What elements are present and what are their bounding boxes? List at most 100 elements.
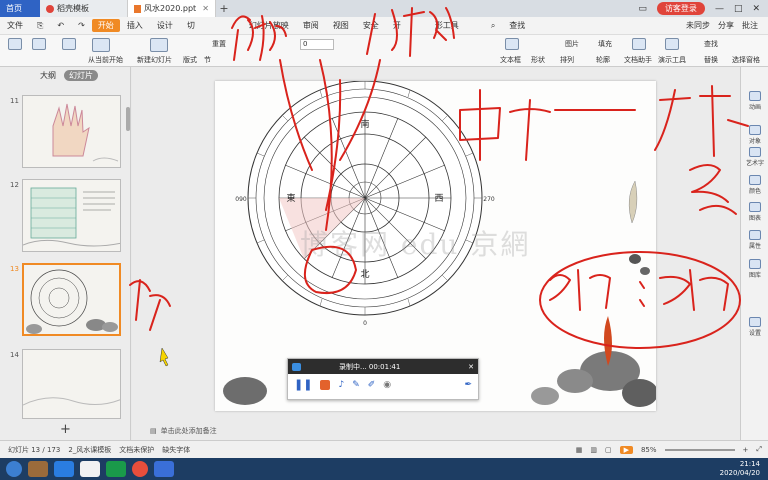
explorer-app-icon[interactable] — [28, 461, 48, 477]
doc-assistant-icon[interactable] — [632, 38, 646, 50]
play-slideshow-icon[interactable]: ▶ — [619, 445, 633, 454]
menu-switch[interactable]: 切 — [180, 20, 202, 31]
missing-font-status[interactable]: 缺失字体 — [162, 445, 190, 455]
mic-icon[interactable]: ♪ — [338, 380, 344, 390]
zoom-in-icon[interactable]: + — [743, 446, 749, 454]
minimize-icon[interactable]: — — [715, 4, 724, 14]
annotate-icon[interactable]: ✒ — [464, 380, 472, 390]
menu-security[interactable]: 安全 — [356, 20, 386, 31]
tab-template[interactable]: 稻壳模板 — [40, 0, 128, 17]
replace-button[interactable]: 替换 — [704, 55, 718, 65]
zoom-level[interactable]: 85% — [641, 446, 657, 454]
recorder-close-icon[interactable]: ✕ — [468, 363, 474, 371]
reading-view-icon[interactable]: ▢ — [605, 446, 612, 454]
reset-button[interactable]: 重置 — [212, 39, 226, 49]
animation-tool[interactable]: 动画 — [741, 91, 768, 111]
presentation-tools-button[interactable]: 演示工具 — [658, 55, 686, 65]
ie-app-icon[interactable] — [54, 461, 74, 477]
unsynced-button[interactable]: 未同步 — [686, 20, 710, 31]
new-slide-icon[interactable] — [150, 38, 168, 52]
font-size-field[interactable]: 0 — [300, 39, 334, 50]
slides-tab[interactable]: 幻灯片 — [64, 69, 98, 81]
property-tool[interactable]: 属性 — [741, 230, 768, 250]
add-slide-button[interactable]: + — [60, 422, 71, 437]
chart-tool[interactable]: 图表 — [741, 202, 768, 222]
mouse-icon[interactable]: ◉ — [383, 380, 391, 390]
menu-format-tools[interactable]: 形工具 — [428, 20, 466, 31]
gallery-tool[interactable]: 图库 — [741, 259, 768, 279]
menu-design[interactable]: 设计 — [150, 20, 180, 31]
qq-app-icon[interactable] — [106, 461, 126, 477]
sorter-view-icon[interactable]: ▥ — [590, 446, 597, 454]
system-clock[interactable]: 21:14 2020/04/20 — [720, 460, 768, 478]
maximize-icon[interactable]: □ — [734, 4, 743, 14]
arrange-button[interactable]: 排列 — [560, 55, 574, 65]
presentation-tools-icon[interactable] — [665, 38, 679, 50]
comment-button[interactable]: 批注 — [742, 20, 758, 31]
art-text-tool[interactable]: 艺术字 — [741, 147, 768, 167]
settings-tool[interactable]: 设置 — [741, 317, 768, 337]
slide-thumbnail-12[interactable] — [22, 179, 121, 252]
new-slide-button[interactable]: 新建幻灯片 — [137, 55, 172, 65]
pause-icon[interactable]: ❚❚ — [294, 378, 312, 391]
tab-close-icon[interactable]: ✕ — [202, 4, 209, 13]
normal-view-icon[interactable]: ▦ — [576, 446, 583, 454]
undo-icon[interactable]: ↶ — [50, 21, 71, 30]
menu-developer[interactable]: 开 — [386, 20, 408, 31]
slide-thumbnail-14[interactable] — [22, 349, 121, 419]
fill-button[interactable]: 填充 — [598, 39, 612, 49]
media-app-icon[interactable] — [80, 461, 100, 477]
gallery-label: 图库 — [748, 272, 761, 279]
search-icon[interactable]: ⌕ — [484, 21, 502, 31]
highlighter-icon[interactable]: ✐ — [368, 380, 376, 390]
play-from-current-icon[interactable] — [92, 38, 110, 52]
object-tool[interactable]: 对象 — [741, 125, 768, 145]
close-window-icon[interactable]: ✕ — [752, 4, 760, 14]
layout-button[interactable]: 版式 — [183, 55, 197, 65]
tab-document[interactable]: 风水2020.ppt ✕ — [128, 0, 216, 17]
screen-recorder-widget[interactable]: 录制中... 00:01:41 ✕ ❚❚ ♪ ✎ ✐ ◉ ✒ — [287, 358, 479, 400]
outline-button[interactable]: 轮廓 — [596, 55, 610, 65]
pen-icon[interactable]: ✎ — [352, 380, 360, 390]
window-list-icon[interactable]: ▭ — [638, 4, 647, 14]
start-menu-icon[interactable] — [6, 461, 22, 477]
textbox-icon[interactable] — [505, 38, 519, 50]
select-pane-button[interactable]: 选择窗格 — [732, 55, 760, 65]
wps-app-icon[interactable] — [154, 461, 174, 477]
login-button[interactable]: 访客登录 — [656, 2, 705, 15]
section-button[interactable]: 节 — [204, 55, 211, 65]
new-tab-button[interactable]: + — [216, 2, 232, 15]
save-icon[interactable]: ⎘ — [30, 21, 50, 31]
cut-icon[interactable] — [32, 38, 46, 50]
stop-icon[interactable] — [320, 379, 331, 390]
slide-thumbnail-11[interactable] — [22, 95, 121, 168]
template-name[interactable]: 2_风水课模板 — [68, 445, 111, 455]
tab-home[interactable]: 首页 — [0, 0, 40, 17]
format-painter-icon[interactable] — [62, 38, 76, 50]
image-button[interactable]: 图片 — [565, 39, 579, 49]
color-tool[interactable]: 颜色 — [741, 175, 768, 195]
fit-window-icon[interactable]: ⤢ — [756, 445, 762, 454]
menu-file[interactable]: 文件 — [0, 20, 30, 31]
menu-view[interactable]: 视图 — [326, 20, 356, 31]
find-button[interactable]: 查找 — [704, 39, 718, 49]
outline-tab[interactable]: 大纲 — [40, 70, 56, 81]
slide-thumbnail-13[interactable] — [22, 263, 121, 336]
textbox-button[interactable]: 文本框 — [500, 55, 521, 65]
paste-icon[interactable] — [8, 38, 22, 50]
from-current-button[interactable]: 从当前开始 — [88, 55, 123, 65]
redo-icon[interactable]: ↷ — [71, 21, 92, 30]
protection-status[interactable]: 文档未保护 — [119, 445, 154, 455]
thumbnail-scrollbar[interactable] — [126, 107, 130, 131]
shape-button[interactable]: 形状 — [531, 55, 545, 65]
share-button[interactable]: 分享 — [718, 20, 734, 31]
menu-review[interactable]: 审阅 — [296, 20, 326, 31]
menu-slideshow[interactable]: 幻灯片放映 — [242, 20, 296, 31]
menu-start[interactable]: 开始 — [91, 19, 120, 32]
menu-search[interactable]: 查找 — [502, 20, 532, 31]
menu-insert[interactable]: 插入 — [120, 20, 150, 31]
chrome-app-icon[interactable] — [132, 461, 148, 477]
notes-area[interactable]: ▤ 单击此处添加备注 — [132, 422, 740, 440]
zoom-slider[interactable] — [664, 448, 735, 451]
doc-assistant-button[interactable]: 文档助手 — [624, 55, 652, 65]
